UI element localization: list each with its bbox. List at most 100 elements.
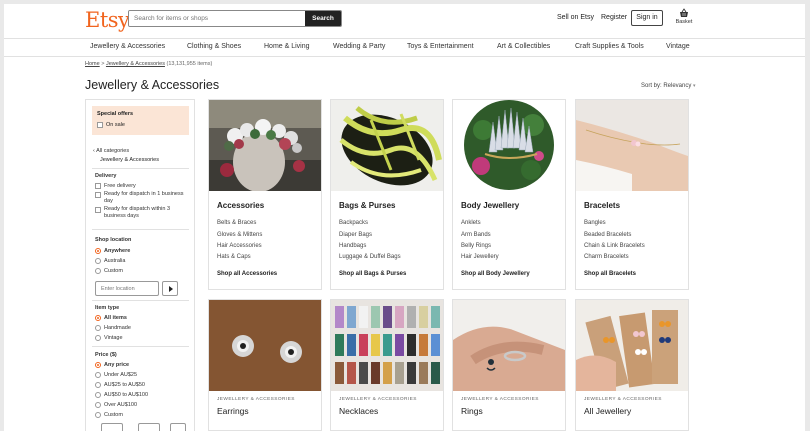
divider	[92, 300, 189, 301]
subcategory-link[interactable]: Belly Rings	[461, 243, 491, 249]
subcategory-link[interactable]: Hair Jewellery	[461, 254, 499, 260]
nav-toys-entertainment[interactable]: Toys & Entertainment	[407, 43, 474, 50]
breadcrumb-home[interactable]: Home	[85, 61, 100, 67]
shop-location-heading: Shop location	[95, 237, 132, 243]
card-title: Earrings	[217, 406, 249, 416]
price-max-input[interactable]	[138, 423, 160, 431]
nav-art-collectibles[interactable]: Art & Collectibles	[497, 43, 550, 50]
nav-wedding-party[interactable]: Wedding & Party	[333, 43, 385, 50]
item-type-handmade-radio[interactable]: Handmade	[95, 325, 131, 331]
shop-all-link[interactable]: Shop all Body Jewellery	[461, 271, 530, 277]
price-over-100-radio[interactable]: Over AU$100	[95, 402, 137, 408]
subcategory-link[interactable]: Arm Bands	[461, 232, 491, 238]
category-card-necklaces[interactable]: JEWELLERY & ACCESSORIES Necklaces	[330, 299, 444, 431]
etsy-logo[interactable]: Etsy	[85, 8, 130, 32]
sort-label: Sort by: Relevancy	[641, 83, 692, 89]
sign-in-button[interactable]: Sign in	[631, 10, 663, 26]
item-type-all-label: All items	[104, 315, 127, 321]
nav-clothing-shoes[interactable]: Clothing & Shoes	[187, 43, 241, 50]
site-header: Etsy Search Sell on Etsy Register Sign i…	[4, 4, 805, 38]
price-25-50-radio[interactable]: AU$25 to AU$50	[95, 382, 145, 388]
category-card-body-jewellery[interactable]: Body Jewellery Anklets Arm Bands Belly R…	[452, 99, 566, 290]
nav-vintage[interactable]: Vintage	[666, 43, 690, 50]
subcategory-link[interactable]: Chain & Link Bracelets	[584, 243, 645, 249]
divider	[92, 168, 189, 169]
price-min-input[interactable]	[101, 423, 123, 431]
on-sale-checkbox[interactable]: On sale	[97, 122, 125, 128]
radio-icon	[95, 258, 101, 264]
category-card-earrings[interactable]: JEWELLERY & ACCESSORIES Earrings	[208, 299, 322, 431]
dispatch-3-days-checkbox[interactable]: Ready for dispatch within 3 business day…	[95, 206, 190, 220]
price-25-50-label: AU$25 to AU$50	[104, 382, 145, 388]
item-type-all-radio[interactable]: All items	[95, 315, 127, 321]
nav-jewellery-accessories[interactable]: Jewellery & Accessories	[90, 43, 165, 50]
free-delivery-checkbox[interactable]: Free delivery	[95, 183, 136, 189]
radio-icon	[95, 268, 101, 274]
price-over-100-label: Over AU$100	[104, 402, 138, 408]
breadcrumb-current[interactable]: Jewellery & Accessories	[106, 61, 165, 67]
price-under-25-radio[interactable]: Under AU$25	[95, 372, 137, 378]
location-input[interactable]: Enter location	[95, 281, 159, 296]
price-heading: Price ($)	[95, 352, 117, 358]
location-anywhere-radio[interactable]: Anywhere	[95, 248, 130, 254]
price-custom-radio[interactable]: Custom	[95, 412, 123, 418]
subcategory-link[interactable]: Bangles	[584, 220, 606, 226]
subcategory-link[interactable]: Backpacks	[339, 220, 368, 226]
subcategory-link[interactable]: Beaded Bracelets	[584, 232, 631, 238]
category-nav: Jewellery & Accessories Clothing & Shoes…	[4, 38, 805, 57]
shop-all-link[interactable]: Shop all Bracelets	[584, 271, 636, 277]
dispatch-3-days-label: Ready for dispatch within 3 business day…	[104, 206, 171, 219]
item-type-vintage-label: Vintage	[104, 335, 123, 341]
subcategory-link[interactable]: Hats & Caps	[217, 254, 251, 260]
search-input[interactable]	[129, 11, 305, 26]
shop-all-link[interactable]: Shop all Accessories	[217, 271, 277, 277]
subcategory-link[interactable]: Diaper Bags	[339, 232, 372, 238]
price-any-radio[interactable]: Any price	[95, 362, 129, 368]
on-sale-label: On sale	[106, 122, 125, 128]
radio-icon	[95, 402, 101, 408]
subcategory-link[interactable]: Belts & Braces	[217, 220, 256, 226]
location-australia-radio[interactable]: Australia	[95, 258, 125, 264]
bracelets-image	[576, 100, 688, 191]
category-card-rings[interactable]: JEWELLERY & ACCESSORIES Rings	[452, 299, 566, 431]
category-card-bags-purses[interactable]: Bags & Purses Backpacks Diaper Bags Hand…	[330, 99, 444, 290]
item-type-heading: Item type	[95, 305, 120, 311]
all-categories-label: All categories	[96, 148, 130, 154]
subcategory-link[interactable]: Luggage & Duffel Bags	[339, 254, 401, 260]
subcategory-link[interactable]: Hair Accessories	[217, 243, 262, 249]
basket-button[interactable]: Basket	[674, 8, 694, 25]
item-type-vintage-radio[interactable]: Vintage	[95, 335, 123, 341]
dispatch-1-day-checkbox[interactable]: Ready for dispatch in 1 business day	[95, 191, 190, 205]
category-card-accessories[interactable]: Accessories Belts & Braces Gloves & Mitt…	[208, 99, 322, 290]
search-button[interactable]: Search	[305, 11, 341, 26]
location-custom-radio[interactable]: Custom	[95, 268, 123, 274]
dispatch-1-day-label: Ready for dispatch in 1 business day	[104, 191, 184, 204]
necklaces-image	[331, 300, 443, 391]
sort-dropdown[interactable]: Sort by: Relevancy ▾	[641, 83, 696, 89]
location-submit-button[interactable]	[162, 281, 178, 296]
card-category-label: JEWELLERY & ACCESSORIES	[584, 397, 662, 402]
price-50-100-radio[interactable]: AU$50 to AU$100	[95, 392, 148, 398]
delivery-heading: Delivery	[95, 173, 117, 179]
sell-on-etsy-link[interactable]: Sell on Etsy	[557, 14, 594, 21]
basket-icon	[680, 8, 688, 17]
category-card-bracelets[interactable]: Bracelets Bangles Beaded Bracelets Chain…	[575, 99, 689, 290]
radio-selected-icon	[95, 248, 101, 254]
radio-icon	[95, 372, 101, 378]
register-link[interactable]: Register	[601, 14, 627, 21]
divider	[92, 346, 189, 347]
nav-craft-supplies-tools[interactable]: Craft Supplies & Tools	[575, 43, 644, 50]
price-under-25-label: Under AU$25	[104, 372, 138, 378]
all-categories-link[interactable]: ‹ All categories	[93, 148, 129, 154]
location-australia-label: Australia	[104, 258, 126, 264]
checkbox-icon	[95, 183, 101, 189]
subcategory-link[interactable]: Handbags	[339, 243, 366, 249]
price-submit-button[interactable]	[170, 423, 186, 431]
subcategory-link[interactable]: Gloves & Mittens	[217, 232, 262, 238]
breadcrumb: Home > Jewellery & Accessories (13,131,9…	[85, 61, 212, 67]
subcategory-link[interactable]: Charm Bracelets	[584, 254, 629, 260]
nav-home-living[interactable]: Home & Living	[264, 43, 310, 50]
shop-all-link[interactable]: Shop all Bags & Purses	[339, 271, 406, 277]
subcategory-link[interactable]: Anklets	[461, 220, 481, 226]
category-card-all-jewellery[interactable]: JEWELLERY & ACCESSORIES All Jewellery	[575, 299, 689, 431]
